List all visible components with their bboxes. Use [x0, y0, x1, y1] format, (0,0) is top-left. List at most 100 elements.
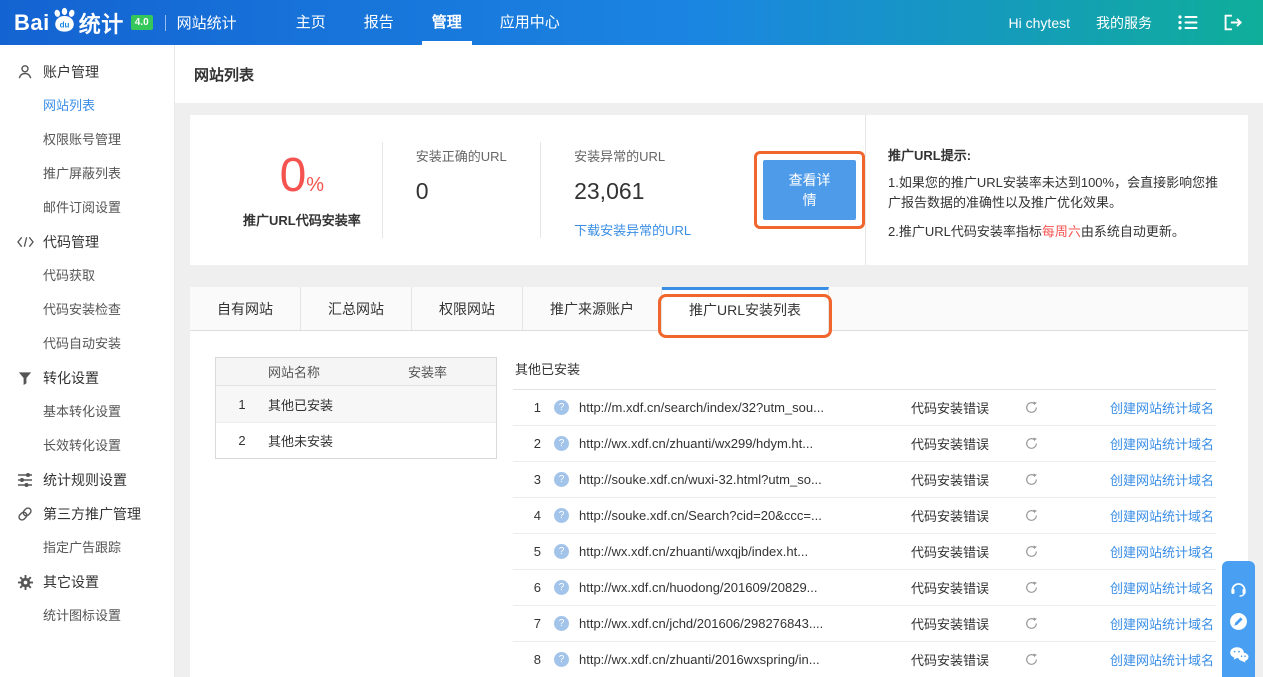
nav-home[interactable]: 主页: [277, 0, 345, 45]
logout-icon[interactable]: [1224, 14, 1243, 31]
product-name: 网站统计: [177, 12, 237, 33]
install-stats-card: 0% 推广URL代码安装率 安装正确的URL 0 安装异常的URL 23,061…: [190, 115, 1248, 265]
baidu-tongji-logo[interactable]: Bai du 统计 4.0 网站统计: [0, 7, 237, 39]
abnormal-url-value: 23,061: [574, 178, 742, 205]
sidebar-item-code-get[interactable]: 代码获取: [0, 259, 174, 293]
tab-own-sites[interactable]: 自有网站: [190, 287, 301, 330]
url-row: 7 ? http://wx.xdf.cn/jchd/201606/2982768…: [513, 606, 1216, 642]
sidebar-item-code-install-check[interactable]: 代码安装检查: [0, 293, 174, 327]
refresh-icon[interactable]: [1025, 509, 1038, 522]
status-label: 代码安装错误: [911, 542, 1011, 561]
list-menu-icon[interactable]: [1178, 14, 1198, 31]
url-text: http://m.xdf.cn/search/index/32?utm_sou.…: [579, 400, 901, 415]
refresh-icon[interactable]: [1025, 617, 1038, 630]
url-row-index: 1: [513, 400, 541, 415]
site-table-header: 网站名称 安装率: [216, 358, 496, 386]
url-text: http://wx.xdf.cn/zhuanti/wx299/hdym.ht..…: [579, 436, 901, 451]
create-site-domain-link[interactable]: 创建网站统计域名: [1110, 506, 1216, 525]
tab-content: 网站名称 安装率 1 其他已安装 2 其他未安装 其他已安装: [190, 331, 1248, 677]
user-greeting[interactable]: Hi chytest: [1009, 15, 1070, 31]
refresh-icon[interactable]: [1025, 545, 1038, 558]
nav-manage-label: 管理: [432, 14, 462, 31]
sidebar-item-ad-tracking[interactable]: 指定广告跟踪: [0, 531, 174, 565]
sidebar-section-stat-rules[interactable]: 统计规则设置: [0, 463, 174, 497]
question-icon[interactable]: ?: [554, 508, 569, 523]
feedback-icon[interactable]: [1228, 605, 1250, 638]
customer-service-icon[interactable]: [1228, 572, 1250, 605]
create-site-domain-link[interactable]: 创建网站统计域名: [1110, 650, 1216, 669]
url-row: 3 ? http://souke.xdf.cn/wuxi-32.html?utm…: [513, 462, 1216, 498]
my-services-link[interactable]: 我的服务: [1096, 13, 1152, 33]
sidebar-item-basic-conversion[interactable]: 基本转化设置: [0, 395, 174, 429]
site-row-not-installed[interactable]: 2 其他未安装: [216, 422, 496, 458]
question-icon[interactable]: ?: [554, 652, 569, 667]
link-icon: [16, 506, 34, 522]
annotation-box-detail-button: 查看详情: [754, 151, 865, 229]
question-icon[interactable]: ?: [554, 400, 569, 415]
sidebar-item-email-subscription[interactable]: 邮件订阅设置: [0, 191, 174, 225]
sidebar-item-stat-icon-settings[interactable]: 统计图标设置: [0, 599, 174, 633]
question-icon[interactable]: ?: [554, 436, 569, 451]
create-site-domain-link[interactable]: 创建网站统计域名: [1110, 614, 1216, 633]
sidebar-item-permission-account[interactable]: 权限账号管理: [0, 123, 174, 157]
url-text: http://souke.xdf.cn/wuxi-32.html?utm_so.…: [579, 472, 901, 487]
url-text: http://wx.xdf.cn/zhuanti/wxqjb/index.ht.…: [579, 544, 901, 559]
sidebar-item-longterm-conversion[interactable]: 长效转化设置: [0, 429, 174, 463]
tab-permission-sites[interactable]: 权限网站: [412, 287, 523, 330]
nav-reports[interactable]: 报告: [345, 0, 413, 45]
tips-line-2-suffix: 由系统自动更新。: [1081, 224, 1185, 239]
user-icon: [16, 64, 34, 80]
create-site-domain-link[interactable]: 创建网站统计域名: [1110, 470, 1216, 489]
refresh-icon[interactable]: [1025, 581, 1038, 594]
wechat-icon[interactable]: [1228, 638, 1250, 671]
sidebar-section-other[interactable]: 其它设置: [0, 565, 174, 599]
refresh-icon[interactable]: [1025, 653, 1038, 666]
sidebar-section-thirdparty[interactable]: 第三方推广管理: [0, 497, 174, 531]
sidebar-section-code[interactable]: 代码管理: [0, 225, 174, 259]
sidebar-item-website-list[interactable]: 网站列表: [0, 89, 174, 123]
status-label: 代码安装错误: [911, 398, 1011, 417]
question-icon[interactable]: ?: [554, 472, 569, 487]
url-row-index: 2: [513, 436, 541, 451]
logo-text-right: 统计: [79, 7, 124, 39]
url-row: 5 ? http://wx.xdf.cn/zhuanti/wxqjb/index…: [513, 534, 1216, 570]
tab-promo-url-install-list-label: 推广URL安装列表: [689, 302, 801, 318]
sidebar-section-thirdparty-label: 第三方推广管理: [43, 504, 141, 524]
site-name-table: 网站名称 安装率 1 其他已安装 2 其他未安装: [215, 357, 497, 459]
sidebar-item-code-auto-install[interactable]: 代码自动安装: [0, 327, 174, 361]
page-title-bar: 网站列表: [175, 45, 1263, 103]
site-row-name: 其他未安装: [268, 431, 408, 450]
url-row-index: 4: [513, 508, 541, 523]
url-row: 1 ? http://m.xdf.cn/search/index/32?utm_…: [513, 390, 1216, 426]
question-icon[interactable]: ?: [554, 616, 569, 631]
tab-promo-source-accounts[interactable]: 推广来源账户: [523, 287, 662, 330]
sidebar-item-promo-block-list[interactable]: 推广屏蔽列表: [0, 157, 174, 191]
status-label: 代码安装错误: [911, 614, 1011, 633]
tab-summary-sites[interactable]: 汇总网站: [301, 287, 412, 330]
question-icon[interactable]: ?: [554, 544, 569, 559]
create-site-domain-link[interactable]: 创建网站统计域名: [1110, 578, 1216, 597]
create-site-domain-link[interactable]: 创建网站统计域名: [1110, 398, 1216, 417]
refresh-icon[interactable]: [1025, 473, 1038, 486]
sidebar: 账户管理 网站列表 权限账号管理 推广屏蔽列表 邮件订阅设置 代码管理 代码获取…: [0, 45, 175, 677]
sliders-icon: [16, 472, 34, 488]
question-icon[interactable]: ?: [554, 580, 569, 595]
status-label: 代码安装错误: [911, 470, 1011, 489]
version-badge: 4.0: [131, 15, 153, 30]
site-row-name: 其他已安装: [268, 395, 408, 414]
top-header: Bai du 统计 4.0 网站统计 主页 报告 管理 应用中心 Hi: [0, 0, 1263, 45]
create-site-domain-link[interactable]: 创建网站统计域名: [1110, 434, 1216, 453]
refresh-icon[interactable]: [1025, 437, 1038, 450]
nav-app-center[interactable]: 应用中心: [481, 0, 579, 45]
tab-promo-url-install-list[interactable]: 推广URL安装列表: [662, 287, 829, 331]
correct-url-metric: 安装正确的URL 0: [382, 142, 540, 238]
sidebar-section-other-label: 其它设置: [43, 572, 99, 592]
sidebar-section-conversion[interactable]: 转化设置: [0, 361, 174, 395]
create-site-domain-link[interactable]: 创建网站统计域名: [1110, 542, 1216, 561]
refresh-icon[interactable]: [1025, 401, 1038, 414]
view-details-button[interactable]: 查看详情: [763, 160, 856, 220]
site-row-installed[interactable]: 1 其他已安装: [216, 386, 496, 422]
nav-manage[interactable]: 管理: [413, 0, 481, 45]
download-abnormal-url-link[interactable]: 下载安装异常的URL: [574, 220, 742, 239]
sidebar-section-account[interactable]: 账户管理: [0, 55, 174, 89]
